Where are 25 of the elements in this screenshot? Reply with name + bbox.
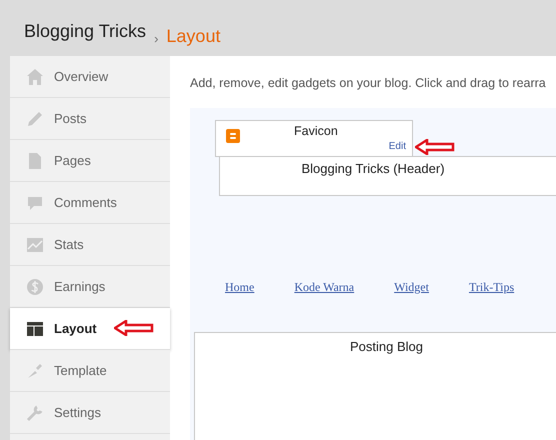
page-title: Layout [166,26,220,47]
arrow-icon [415,139,455,155]
chart-icon [26,236,44,254]
blogger-logo-icon [226,129,240,143]
posts-gadget[interactable]: Posting Blog [194,332,556,440]
instructions-text: Add, remove, edit gadgets on your blog. Click and drag to rearra [190,76,547,90]
nav-link[interactable]: Home [225,280,254,332]
blog-title[interactable]: Blogging Tricks [24,20,146,42]
nav-link[interactable]: Trik-Tips [468,280,514,332]
gadget-title: Favicon [294,124,338,138]
breadcrumb-separator: › [154,31,158,46]
nav-link[interactable]: Widget [394,280,429,332]
home-icon [26,68,44,86]
sidebar-item[interactable]: Layout [10,308,170,350]
page-icon [26,152,44,170]
edit-link[interactable]: Edit [388,141,406,152]
wrench-icon [26,404,44,422]
dollar-icon [26,278,44,296]
brush-icon [26,362,44,380]
arrow-icon [114,320,154,336]
pencil-icon [26,110,44,128]
dragged-gadget[interactable]: Favicon Edit [215,120,413,157]
layout-icon [26,320,44,338]
header-gadget[interactable]: Blogging Tricks (Header) [219,156,556,196]
nav-link[interactable]: Kode Warna [294,280,354,332]
